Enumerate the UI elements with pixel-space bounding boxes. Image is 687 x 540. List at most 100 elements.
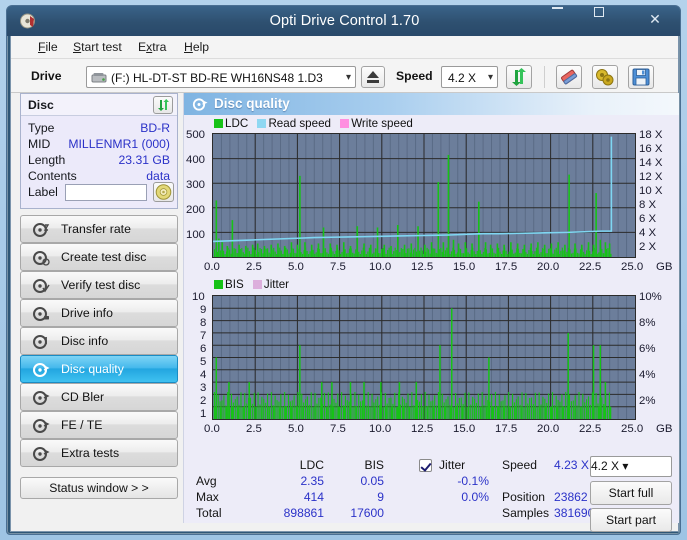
speed-label: Speed xyxy=(396,69,433,83)
chart-1-y2tick-14x: 14 X xyxy=(639,157,662,169)
chart-2-xtick-0: 0.0 xyxy=(204,423,220,435)
legend-label-read-speed: Read speed xyxy=(268,117,331,130)
gears-button[interactable] xyxy=(592,65,618,89)
menu-help[interactable]: Help xyxy=(179,39,214,56)
chart-1-y2tick-18x: 18 X xyxy=(639,129,662,141)
stats-position-label: Position xyxy=(502,490,545,504)
stats-row-total-label: Total xyxy=(196,506,222,520)
minimize-button[interactable] xyxy=(552,7,590,32)
chart-1-ytick-100: 100 xyxy=(186,229,205,241)
chart-2-ytick-10: 10 xyxy=(192,291,205,303)
disc-row-key: Type xyxy=(28,121,54,135)
menu-bar: File Start test Extra Help xyxy=(11,36,678,59)
disc-row-key: Length xyxy=(28,153,65,167)
client-area: File Start test Extra Help Drive (F:) HL… xyxy=(10,36,679,532)
legend-label-bis: BIS xyxy=(225,278,244,291)
chevron-down-icon: ▾ xyxy=(346,67,351,87)
disc-label-input[interactable] xyxy=(65,184,147,201)
jitter-checkbox[interactable] xyxy=(419,459,432,472)
chart-1-xtick-22.5: 22.5 xyxy=(579,261,601,273)
test-speed-value: 4.2 X xyxy=(591,459,619,473)
stats-speed-label: Speed xyxy=(502,458,537,472)
chart-1-ytick-400: 400 xyxy=(186,154,205,166)
sidebar-item-transfer-rate[interactable]: Transfer rate xyxy=(20,215,178,243)
disc-row-key: Contents xyxy=(28,169,77,183)
close-button[interactable]: ✕ xyxy=(636,7,674,32)
sidebar-item-disc-info[interactable]: Disc info xyxy=(20,327,178,355)
sidebar-item-label: Disc quality xyxy=(61,362,124,376)
start-full-button[interactable]: Start full xyxy=(590,481,672,505)
title-bar: Opti Drive Control 1.70 ✕ xyxy=(7,6,681,36)
stats-col-bis-header: BIS xyxy=(334,458,384,472)
chart-2-xtick-2.5: 2.5 xyxy=(246,423,262,435)
disc-refresh-button[interactable] xyxy=(153,96,173,114)
stats-bis-avg: 0.05 xyxy=(334,474,384,488)
chart-2-ytick-7: 7 xyxy=(200,330,206,342)
jitter-label: Jitter xyxy=(439,458,465,472)
test-speed-select[interactable]: 4.2 X ▾ xyxy=(590,456,672,477)
disc-panel-title: Disc xyxy=(28,98,54,112)
disc-panel-header: Disc xyxy=(21,94,177,116)
disc-quality-icon xyxy=(32,361,50,379)
stats-row-avg-label: Avg xyxy=(196,474,217,488)
sidebar-item-fe-te[interactable]: FE / TE xyxy=(20,411,178,439)
chart-2-ytick-9: 9 xyxy=(200,304,206,316)
cd-disc-button[interactable] xyxy=(153,182,174,202)
sidebar-item-create-test-disc[interactable]: Create test disc xyxy=(20,243,178,271)
chart-2-xtick-10: 10.0 xyxy=(369,423,391,435)
sidebar-item-drive-info[interactable]: Drive info xyxy=(20,299,178,327)
legend-label-ldc: LDC xyxy=(225,117,248,130)
drive-value: (F:) HL-DT-ST BD-RE WH16NS48 1.D3 xyxy=(111,67,323,87)
eraser-button[interactable] xyxy=(556,65,582,89)
chart-1-xtick-15: 15.0 xyxy=(453,261,475,273)
sidebar-item-verify-test-disc[interactable]: Verify test disc xyxy=(20,271,178,299)
legend-label-jitter: Jitter xyxy=(264,278,289,291)
chart-2-xtick-15: 15.0 xyxy=(453,423,475,435)
chart-2-y2tick-8pct: 8% xyxy=(639,317,655,329)
speed-select[interactable]: 4.2 X ▾ xyxy=(441,66,498,88)
chevron-down-icon: ▾ xyxy=(488,67,493,87)
sidebar-item-extra-tests[interactable]: Extra tests xyxy=(20,439,178,467)
chart-2-xlabel: GB xyxy=(656,423,672,435)
chart-1-y2tick-2x: 2 X xyxy=(639,241,656,253)
chart-2-y2tick-2pct: 2% xyxy=(639,395,655,407)
sidebar-item-label: Extra tests xyxy=(61,446,119,460)
disc-fete-icon xyxy=(32,417,50,435)
chart-1-xtick-2.5: 2.5 xyxy=(246,261,262,273)
disc-extra-icon xyxy=(32,445,50,463)
chart-2-ytick-2: 2 xyxy=(200,395,206,407)
chart-2-ytick-6: 6 xyxy=(200,343,206,355)
sidebar-item-disc-quality[interactable]: Disc quality xyxy=(20,355,178,383)
chart-2-xtick-5: 5.0 xyxy=(288,423,304,435)
disc-create-icon xyxy=(32,249,50,267)
content-header: Disc quality xyxy=(184,93,679,115)
start-part-button[interactable]: Start part xyxy=(590,508,672,532)
content-title: Disc quality xyxy=(214,96,290,111)
status-window-button[interactable]: Status window > > xyxy=(20,477,178,499)
drive-select[interactable]: (F:) HL-DT-ST BD-RE WH16NS48 1.D3 ▾ xyxy=(86,66,356,88)
stats-row-max-label: Max xyxy=(196,490,219,504)
menu-start-test[interactable]: Start test xyxy=(68,39,127,56)
disc-transfer-icon xyxy=(32,221,50,239)
menu-extra[interactable]: Extra xyxy=(133,39,171,56)
chart-1-xtick-5: 5.0 xyxy=(288,261,304,273)
sidebar-item-cd-bler[interactable]: CD Bler xyxy=(20,383,178,411)
chart-1-xlabel: GB xyxy=(656,261,672,273)
sidebar-item-label: Transfer rate xyxy=(61,222,131,236)
chart-1-ytick-300: 300 xyxy=(186,179,205,191)
menu-file[interactable]: File xyxy=(33,39,63,56)
refresh-button[interactable] xyxy=(506,65,532,89)
chart-2-xtick-12.5: 12.5 xyxy=(411,423,433,435)
maximize-button[interactable] xyxy=(594,7,632,32)
save-button[interactable] xyxy=(628,65,654,89)
legend-label-write-speed: Write speed xyxy=(351,117,413,130)
disc-row-contents: Contents data xyxy=(28,169,170,185)
eject-button[interactable] xyxy=(361,66,385,88)
chart-2-ytick-4: 4 xyxy=(200,369,206,381)
speed-value: 4.2 X xyxy=(448,67,476,87)
chart-2-y2tick-4pct: 4% xyxy=(639,369,655,381)
chart-1-xtick-20: 20.0 xyxy=(537,261,559,273)
chart-1-xtick-10: 10.0 xyxy=(369,261,391,273)
stats-jitter-max: 0.0% xyxy=(429,490,489,504)
legend-swatch-jitter xyxy=(253,280,262,289)
